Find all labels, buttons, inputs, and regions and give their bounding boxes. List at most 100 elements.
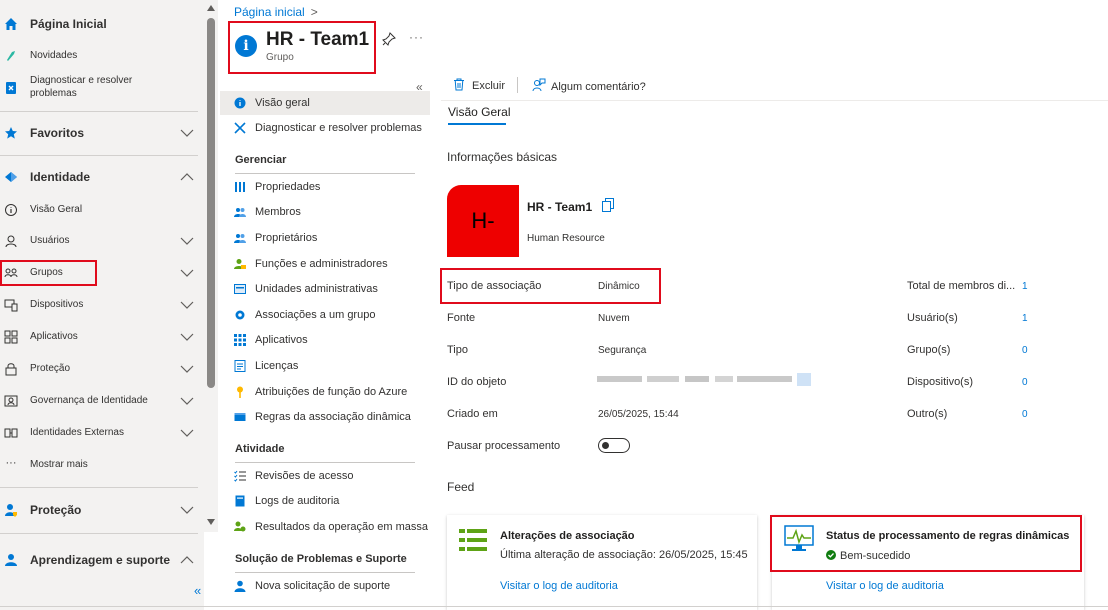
- menu-owners[interactable]: Proprietários: [220, 226, 430, 250]
- support-user-icon: [4, 553, 18, 567]
- nav-show-more[interactable]: ··· Mostrar mais: [0, 455, 200, 475]
- audit-log-link[interactable]: Visitar o log de auditoria: [826, 580, 944, 592]
- nav-protection-section[interactable]: Proteção: [0, 500, 200, 520]
- nav-devices-label: Dispositivos: [30, 299, 84, 310]
- menu-roles-admins[interactable]: Funções e administradores: [220, 252, 430, 276]
- chevron-down-icon[interactable]: [180, 503, 194, 517]
- nav-governance[interactable]: Governança de Identidade: [0, 391, 200, 411]
- separator: [235, 462, 415, 463]
- count-value-total-members[interactable]: 1: [1022, 281, 1028, 292]
- pause-processing-toggle[interactable]: [598, 438, 630, 453]
- count-value-others[interactable]: 0: [1022, 409, 1028, 420]
- count-value-users[interactable]: 1: [1022, 313, 1028, 324]
- support-person-icon: [234, 580, 246, 592]
- nav-favorites[interactable]: Favoritos: [0, 123, 200, 143]
- scroll-thumb[interactable]: [207, 18, 215, 388]
- nav-diagnose[interactable]: Diagnosticar e resolver problemas: [0, 74, 200, 102]
- nav-protection[interactable]: Proteção: [0, 359, 200, 379]
- scroll-down-icon[interactable]: [207, 519, 215, 525]
- nav-groups[interactable]: Grupos: [0, 263, 200, 283]
- nav-scrollbar[interactable]: [204, 0, 218, 532]
- governance-icon: [4, 394, 18, 408]
- nav-home[interactable]: Página Inicial: [0, 14, 200, 34]
- chevron-up-icon[interactable]: [180, 170, 194, 184]
- separator: [0, 533, 198, 534]
- nav-favorites-label: Favoritos: [30, 126, 85, 140]
- menu-properties[interactable]: Propriedades: [220, 175, 430, 199]
- collapse-nav-button[interactable]: «: [194, 583, 201, 598]
- ellipsis-icon: ···: [5, 457, 17, 469]
- gear-icon: [234, 309, 246, 321]
- object-id-redacted: [597, 373, 811, 386]
- menu-applications[interactable]: Aplicativos: [220, 328, 430, 352]
- count-label-total-members: Total de membros di...: [907, 280, 1016, 292]
- rocket-icon: [4, 49, 18, 63]
- apps-icon: [4, 330, 18, 344]
- feedback-icon: [532, 78, 546, 95]
- toggle-knob: [602, 442, 609, 449]
- menu-members[interactable]: Membros: [220, 200, 430, 224]
- menu-roles-label: Funções e administradores: [255, 258, 388, 270]
- menu-dynamic-membership-rules[interactable]: Regras da associação dinâmica: [220, 405, 430, 429]
- pin-icon[interactable]: [382, 32, 396, 46]
- menu-new-support-request[interactable]: Nova solicitação de suporte: [220, 574, 430, 598]
- info-icon: [4, 203, 18, 217]
- copy-icon[interactable]: [602, 198, 614, 212]
- menu-access-reviews[interactable]: Revisões de acesso: [220, 464, 430, 488]
- checklist-icon: [234, 470, 246, 482]
- scroll-up-icon[interactable]: [207, 5, 215, 11]
- menu-admin-units[interactable]: Unidades administrativas: [220, 277, 430, 301]
- prop-value-type: Segurança: [598, 345, 647, 356]
- chevron-down-icon[interactable]: [180, 298, 194, 312]
- menu-licenses[interactable]: Licenças: [220, 354, 430, 378]
- license-icon: [234, 360, 246, 372]
- delete-button[interactable]: Excluir: [453, 78, 505, 94]
- count-value-groups[interactable]: 0: [1022, 345, 1028, 356]
- menu-group-memberships[interactable]: Associações a um grupo: [220, 303, 430, 327]
- chevron-up-icon[interactable]: [180, 553, 194, 567]
- tab-overview[interactable]: Visão Geral: [448, 105, 510, 119]
- toolbar-separator: [441, 100, 1108, 101]
- chevron-down-icon[interactable]: [180, 362, 194, 376]
- chevron-down-icon[interactable]: [180, 330, 194, 344]
- feedback-button[interactable]: Algum comentário?: [532, 78, 646, 95]
- nav-devices[interactable]: Dispositivos: [0, 295, 200, 315]
- menu-bulk-results[interactable]: Resultados da operação em massa: [220, 515, 430, 539]
- rules-icon: [234, 411, 246, 423]
- apps-grid-icon: [234, 334, 246, 346]
- nav-overview-label: Visão Geral: [30, 204, 83, 215]
- audit-log-link[interactable]: Visitar o log de auditoria: [500, 580, 618, 592]
- count-label-others: Outro(s): [907, 408, 948, 420]
- feed-title: Feed: [447, 480, 475, 494]
- separator: [235, 572, 415, 573]
- nav-protection-section-label: Proteção: [30, 503, 82, 517]
- nav-governance-label: Governança de Identidade: [30, 395, 148, 406]
- menu-new-support-label: Nova solicitação de suporte: [255, 580, 391, 592]
- menu-azure-role-assignments[interactable]: Atribuições de função do Azure: [220, 380, 430, 404]
- nav-overview[interactable]: Visão Geral: [0, 200, 200, 220]
- nav-learn-support[interactable]: Aprendizagem e suporte: [0, 550, 200, 570]
- devices-icon: [4, 298, 18, 312]
- chevron-down-icon[interactable]: [180, 394, 194, 408]
- group-name: HR - Team1: [527, 200, 593, 214]
- basic-info-title: Informações básicas: [447, 150, 558, 164]
- count-value-devices[interactable]: 0: [1022, 377, 1028, 388]
- nav-identity[interactable]: Identidade: [0, 167, 200, 187]
- count-label-groups: Grupo(s): [907, 344, 951, 356]
- chevron-down-icon[interactable]: [180, 126, 194, 140]
- lock-icon: [4, 362, 18, 376]
- nav-apps[interactable]: Aplicativos: [0, 327, 200, 347]
- more-options-button[interactable]: ···: [409, 30, 424, 44]
- menu-audit-logs[interactable]: Logs de auditoria: [220, 489, 430, 513]
- home-icon: [4, 17, 18, 31]
- menu-overview[interactable]: Visão geral: [220, 91, 430, 115]
- nav-users[interactable]: Usuários: [0, 231, 200, 251]
- nav-external-identities[interactable]: Identidades Externas: [0, 423, 200, 443]
- breadcrumb-home-link[interactable]: Página inicial: [234, 5, 305, 19]
- nav-whats-new[interactable]: Novidades: [0, 46, 200, 66]
- chevron-down-icon[interactable]: [180, 426, 194, 440]
- menu-diagnose[interactable]: Diagnosticar e resolver problemas: [220, 116, 430, 140]
- chevron-down-icon[interactable]: [180, 266, 194, 280]
- external-identities-icon: [4, 426, 18, 440]
- chevron-down-icon[interactable]: [180, 234, 194, 248]
